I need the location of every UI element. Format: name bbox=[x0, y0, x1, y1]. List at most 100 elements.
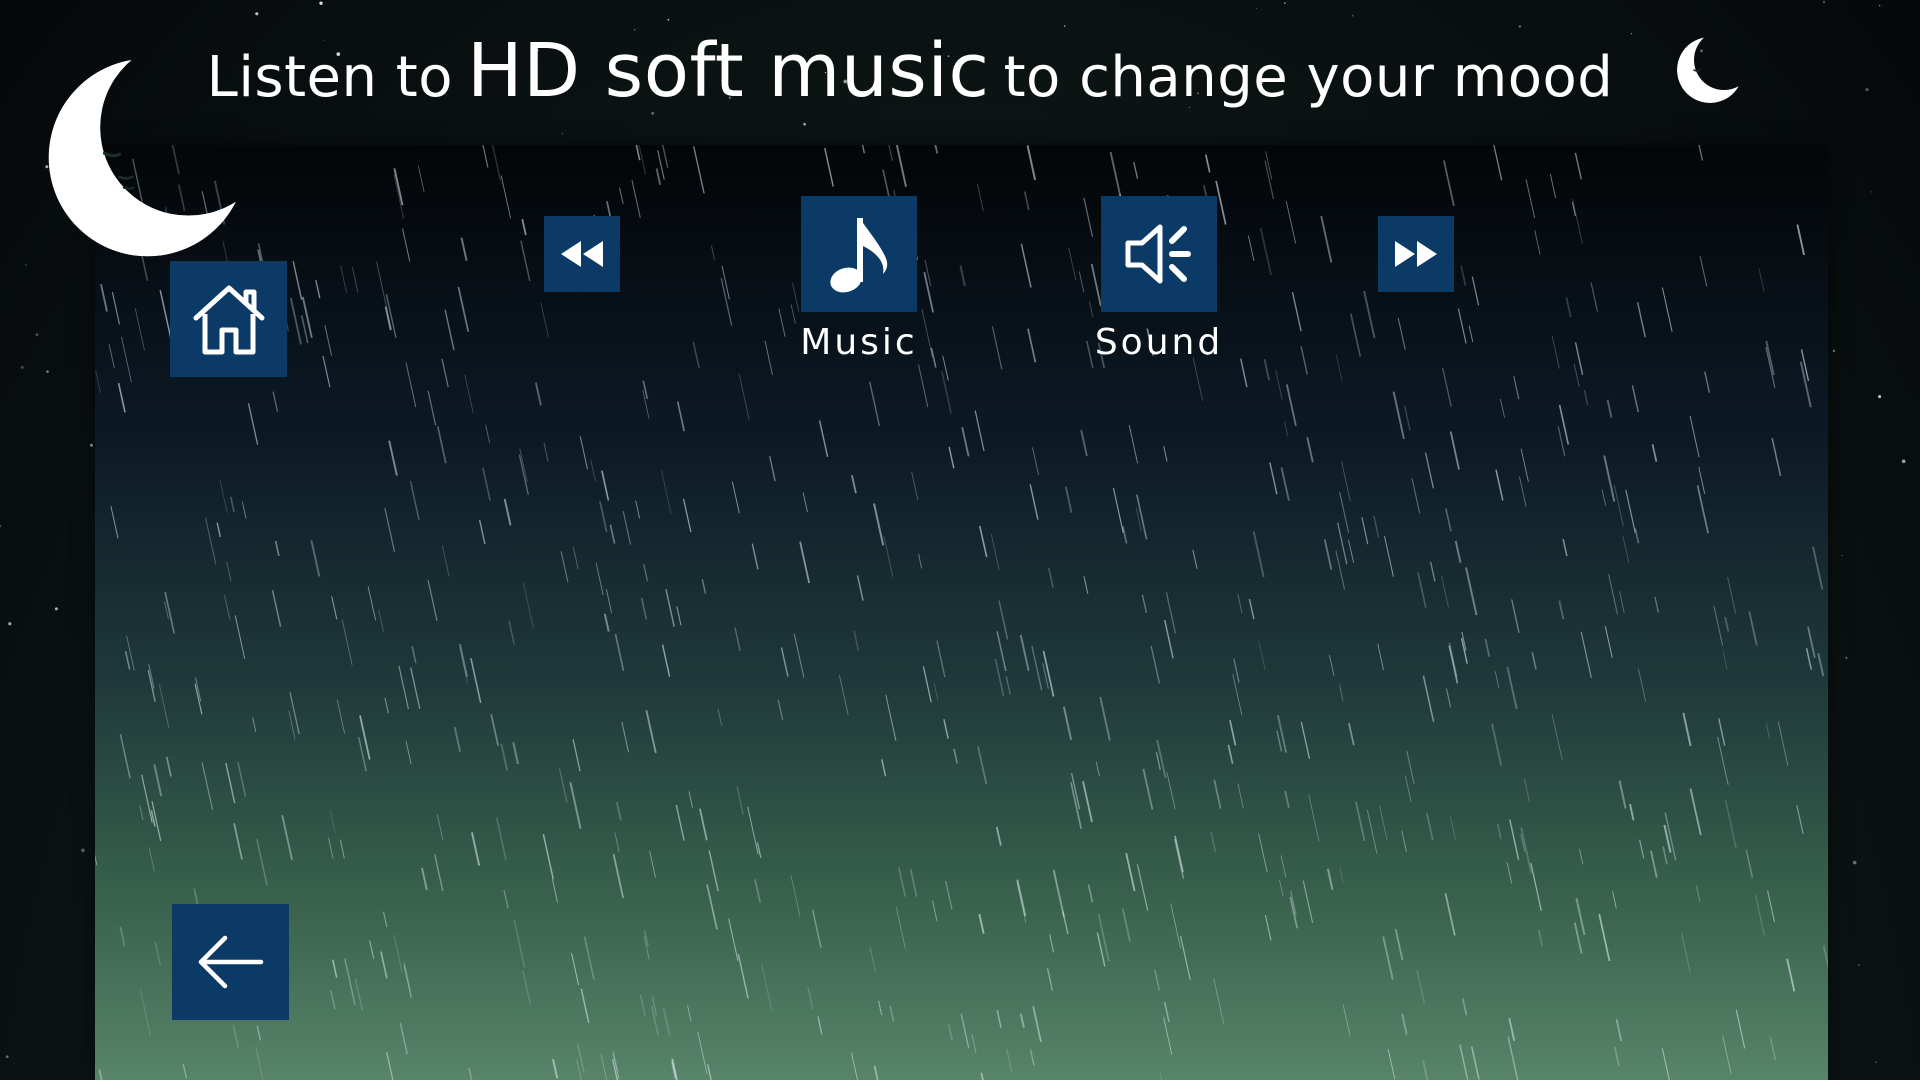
rain-streak bbox=[1320, 215, 1333, 263]
rain-streak bbox=[1519, 476, 1527, 507]
rain-streak bbox=[147, 670, 156, 703]
app-screen: Listen to HD soft music to change your m… bbox=[0, 0, 1920, 1080]
back-button[interactable] bbox=[172, 904, 289, 1020]
rain-streak bbox=[618, 187, 624, 204]
rain-streak bbox=[1442, 368, 1452, 407]
rain-streak bbox=[936, 640, 946, 678]
rain-streak bbox=[979, 525, 988, 558]
rain-streak bbox=[1758, 268, 1765, 293]
rain-streak bbox=[500, 175, 511, 219]
rain-streak bbox=[911, 471, 919, 501]
rain-streak bbox=[503, 889, 509, 909]
rain-streak bbox=[1443, 160, 1455, 207]
rain-streak bbox=[1210, 831, 1217, 853]
rain-streak bbox=[1049, 934, 1055, 953]
rain-streak bbox=[1411, 478, 1421, 514]
rain-streak bbox=[100, 283, 108, 312]
night-mode-moon-icon[interactable] bbox=[1670, 30, 1750, 110]
rain-streak bbox=[226, 561, 232, 582]
rain-streak bbox=[751, 543, 759, 570]
rain-streak bbox=[1099, 696, 1111, 741]
rain-streak bbox=[503, 498, 512, 526]
rain-streak bbox=[1258, 833, 1268, 873]
rain-streak bbox=[1612, 891, 1617, 909]
rewind-button[interactable] bbox=[544, 216, 620, 292]
rain-streak bbox=[274, 540, 280, 557]
rain-streak bbox=[460, 237, 468, 262]
rain-streak bbox=[1095, 761, 1100, 777]
rain-streak bbox=[1083, 197, 1094, 238]
rain-streak bbox=[1745, 849, 1754, 878]
rain-streak bbox=[738, 373, 750, 420]
rain-streak bbox=[1300, 346, 1308, 375]
rain-streak bbox=[1520, 827, 1533, 874]
rewind-icon bbox=[561, 241, 603, 267]
rain-streak bbox=[1578, 848, 1584, 865]
rain-streak bbox=[272, 391, 279, 412]
rain-streak bbox=[384, 508, 396, 552]
rain-streak bbox=[1323, 539, 1333, 570]
fast-forward-button[interactable] bbox=[1378, 216, 1454, 292]
rain-streak bbox=[708, 850, 719, 892]
rain-streak bbox=[292, 261, 303, 300]
rain-streak bbox=[1082, 781, 1093, 823]
rain-streak bbox=[1159, 1072, 1163, 1080]
rain-streak bbox=[1603, 455, 1616, 502]
rain-streak bbox=[490, 714, 500, 747]
rain-streak bbox=[1163, 1001, 1170, 1023]
rain-streak bbox=[579, 436, 589, 470]
rain-streak bbox=[1150, 645, 1161, 684]
rain-streak bbox=[1142, 768, 1154, 810]
rain-streak bbox=[110, 505, 119, 539]
rain-streak bbox=[639, 994, 646, 1016]
home-button[interactable] bbox=[170, 261, 287, 377]
rain-streak bbox=[1495, 469, 1504, 501]
rain-streak bbox=[1308, 794, 1320, 842]
rain-streak bbox=[693, 146, 705, 194]
rain-streak bbox=[1394, 928, 1404, 960]
rain-streak bbox=[388, 440, 398, 476]
rain-streak bbox=[1338, 684, 1344, 701]
rain-streak bbox=[1604, 626, 1613, 658]
rain-streak bbox=[1471, 276, 1480, 306]
rain-streak bbox=[340, 265, 347, 293]
rain-streak bbox=[1506, 666, 1518, 710]
rain-streak bbox=[1247, 235, 1255, 262]
star bbox=[1901, 459, 1906, 464]
rain-streak bbox=[572, 739, 581, 772]
rain-streak bbox=[895, 145, 907, 188]
rain-streak bbox=[1121, 908, 1131, 942]
rain-streak bbox=[1574, 152, 1582, 180]
rain-streak bbox=[551, 878, 559, 903]
rain-streak bbox=[645, 710, 657, 754]
rain-streak bbox=[139, 805, 144, 821]
star bbox=[1845, 656, 1848, 659]
rain-streak bbox=[1557, 426, 1566, 457]
rain-streak bbox=[1698, 466, 1706, 494]
rain-streak bbox=[1401, 830, 1407, 853]
rain-streak bbox=[1777, 721, 1789, 766]
rain-streak bbox=[1170, 903, 1182, 949]
rain-streak bbox=[1031, 645, 1043, 691]
rain-streak bbox=[495, 817, 507, 861]
rain-streak bbox=[1417, 572, 1427, 608]
rain-streak bbox=[301, 296, 313, 338]
rain-streak bbox=[883, 535, 894, 577]
rain-streak bbox=[201, 762, 214, 811]
rain-streak bbox=[1285, 201, 1297, 244]
rain-streak bbox=[731, 481, 740, 514]
rain-streak bbox=[898, 867, 907, 897]
rain-streak bbox=[995, 826, 1002, 846]
rain-streak bbox=[791, 282, 800, 312]
rain-streak bbox=[599, 501, 608, 533]
rain-streak bbox=[807, 986, 814, 1010]
rain-streak bbox=[1373, 515, 1380, 538]
rain-streak bbox=[1328, 654, 1335, 676]
music-button[interactable] bbox=[801, 196, 917, 312]
sound-button[interactable] bbox=[1101, 196, 1217, 312]
rain-streak bbox=[234, 615, 246, 659]
rain-streak bbox=[1812, 546, 1824, 590]
house-icon bbox=[193, 285, 264, 355]
rain-streak bbox=[1276, 714, 1288, 753]
rain-streak bbox=[1735, 1009, 1746, 1049]
